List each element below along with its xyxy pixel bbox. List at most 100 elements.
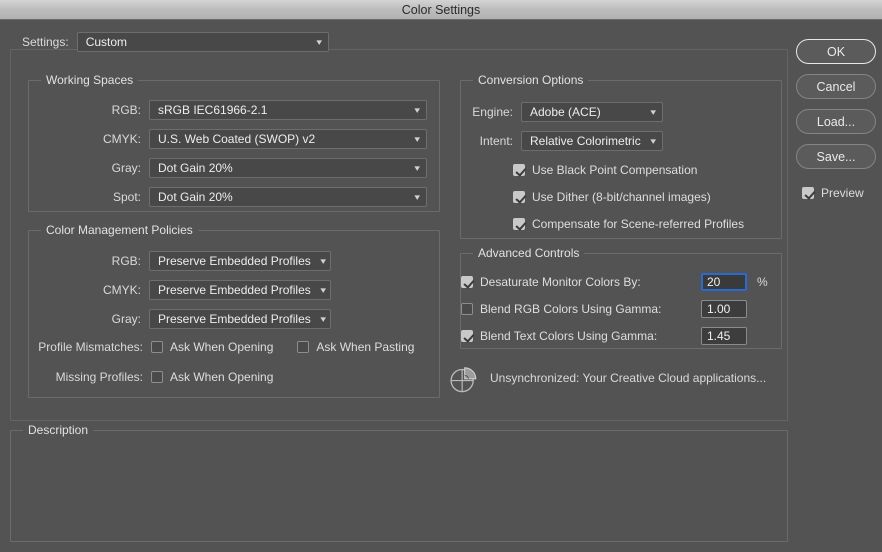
working-spaces-group: Working Spaces RGB: sRGB IEC61966-2.1 ▾ … (28, 73, 440, 212)
chevron-down-icon: ▾ (414, 133, 421, 144)
policies-legend: Color Management Policies (41, 223, 198, 237)
blend-text-gamma-checkbox[interactable]: Blend Text Colors Using Gamma: (461, 329, 701, 343)
checkbox-box (461, 303, 473, 315)
blend-rgb-gamma-checkbox[interactable]: Blend RGB Colors Using Gamma: (461, 302, 701, 316)
color-management-policies-group: Color Management Policies RGB: Preserve … (28, 223, 440, 398)
profile-mismatches-ask-opening-label: Ask When Opening (170, 340, 274, 354)
chevron-down-icon: ▾ (320, 255, 326, 266)
checkbox-box (513, 218, 525, 230)
conversion-engine-row: Engine: Adobe (ACE) ▾ (461, 102, 663, 122)
policy-dropdown-gray[interactable]: Preserve Embedded Profiles ▾ (149, 309, 332, 329)
ok-button[interactable]: OK (796, 39, 876, 64)
chevron-down-icon: ▾ (320, 313, 326, 324)
policy-label-cmyk: CMYK: (102, 283, 141, 297)
checkbox-box (513, 164, 525, 176)
conversion-options-legend: Conversion Options (473, 73, 589, 87)
working-space-row-spot: Spot: Dot Gain 20% ▾ (29, 187, 429, 207)
conversion-intent-label: Intent: (479, 134, 513, 148)
blend-text-gamma-input[interactable]: 1.45 (701, 327, 747, 345)
policy-dropdown-cmyk[interactable]: Preserve Embedded Profiles ▾ (149, 280, 332, 300)
conversion-intent-value: Relative Colorimetric (530, 134, 641, 148)
working-space-row-gray: Gray: Dot Gain 20% ▾ (29, 158, 429, 178)
profile-mismatches-label: Profile Mismatches: (38, 340, 143, 354)
blend-text-gamma-label: Blend Text Colors Using Gamma: (480, 329, 658, 343)
working-space-dropdown-rgb[interactable]: sRGB IEC61966-2.1 ▾ (149, 100, 427, 120)
advanced-controls-group: Advanced Controls Desaturate Monitor Col… (460, 246, 782, 349)
conversion-engine-dropdown[interactable]: Adobe (ACE) ▾ (521, 102, 663, 122)
chevron-down-icon: ▾ (414, 191, 421, 202)
working-space-value-rgb: sRGB IEC61966-2.1 (158, 103, 268, 117)
chevron-down-icon: ▾ (320, 284, 326, 295)
checkbox-box (802, 187, 814, 199)
desaturate-monitor-colors-input[interactable]: 20 (701, 273, 747, 291)
description-group: Description (10, 423, 788, 542)
working-space-dropdown-spot[interactable]: Dot Gain 20% ▾ (149, 187, 427, 207)
compensate-scene-referred-checkbox[interactable]: Compensate for Scene-referred Profiles (513, 217, 744, 231)
missing-profiles-ask-opening-label: Ask When Opening (170, 370, 274, 384)
working-space-label-rgb: RGB: (111, 103, 141, 117)
sync-status-row: Unsynchronized: Your Creative Cloud appl… (446, 361, 766, 395)
desaturate-monitor-colors-checkbox[interactable]: Desaturate Monitor Colors By: (461, 275, 701, 289)
working-space-dropdown-cmyk[interactable]: U.S. Web Coated (SWOP) v2 ▾ (149, 129, 427, 149)
chevron-down-icon: ▾ (650, 135, 657, 146)
checkbox-box (297, 341, 310, 353)
missing-profiles-ask-opening-checkbox[interactable]: Ask When Opening (151, 370, 273, 384)
window-title: Color Settings (401, 2, 481, 17)
cancel-button[interactable]: Cancel (796, 74, 876, 99)
color-wheel-icon (450, 367, 477, 393)
conversion-engine-label: Engine: (472, 105, 513, 119)
missing-profiles-row: Missing Profiles: Ask When Opening (29, 370, 274, 384)
working-space-label-spot: Spot: (112, 190, 141, 204)
blend-text-gamma-row: Blend Text Colors Using Gamma: 1.45 (461, 327, 781, 345)
black-point-compensation-label: Use Black Point Compensation (532, 163, 698, 177)
color-settings-dialog: Settings: Custom ▾ Working Spaces RGB: s… (0, 21, 882, 552)
window-titlebar: Color Settings (0, 0, 882, 20)
use-dither-label: Use Dither (8-bit/channel images) (532, 190, 711, 204)
policy-dropdown-rgb[interactable]: Preserve Embedded Profiles ▾ (149, 251, 332, 271)
preview-checkbox[interactable]: Preview (802, 186, 876, 200)
settings-dropdown-value: Custom (85, 35, 128, 49)
policy-value-cmyk: Preserve Embedded Profiles (158, 283, 311, 297)
chevron-down-icon: ▾ (316, 36, 323, 47)
description-text (11, 431, 787, 459)
profile-mismatches-ask-opening-checkbox[interactable]: Ask When Opening (151, 340, 273, 354)
policy-value-rgb: Preserve Embedded Profiles (158, 254, 311, 268)
conversion-options-group: Conversion Options Engine: Adobe (ACE) ▾… (460, 73, 782, 239)
policy-row-gray: Gray: Preserve Embedded Profiles ▾ (29, 309, 332, 329)
working-space-row-rgb: RGB: sRGB IEC61966-2.1 ▾ (29, 100, 429, 120)
checkbox-box (513, 191, 525, 203)
profile-mismatches-ask-pasting-checkbox[interactable]: Ask When Pasting (297, 340, 414, 354)
working-space-dropdown-gray[interactable]: Dot Gain 20% ▾ (149, 158, 427, 178)
checkbox-box (461, 276, 473, 288)
working-space-value-cmyk: U.S. Web Coated (SWOP) v2 (158, 132, 316, 146)
settings-label: Settings: (22, 35, 69, 49)
working-space-label-cmyk: CMYK: (102, 132, 141, 146)
checkbox-box (151, 341, 163, 353)
conversion-intent-dropdown[interactable]: Relative Colorimetric ▾ (521, 131, 663, 151)
conversion-intent-row: Intent: Relative Colorimetric ▾ (461, 131, 663, 151)
advanced-controls-legend: Advanced Controls (473, 246, 585, 260)
blend-rgb-gamma-row: Blend RGB Colors Using Gamma: 1.00 (461, 300, 781, 318)
chevron-down-icon: ▾ (414, 162, 421, 173)
working-space-label-gray: Gray: (111, 161, 141, 175)
description-legend: Description (23, 423, 94, 437)
compensate-scene-referred-label: Compensate for Scene-referred Profiles (532, 217, 745, 231)
policy-value-gray: Preserve Embedded Profiles (158, 312, 311, 326)
profile-mismatches-ask-pasting-label: Ask When Pasting (316, 340, 415, 354)
use-dither-checkbox[interactable]: Use Dither (8-bit/channel images) (513, 190, 711, 204)
desaturate-percent-suffix: % (757, 275, 768, 289)
profile-mismatches-row: Profile Mismatches: Ask When Opening Ask… (29, 340, 414, 354)
working-space-value-spot: Dot Gain 20% (158, 190, 233, 204)
desaturate-monitor-colors-row: Desaturate Monitor Colors By: 20 % (461, 273, 781, 291)
blend-rgb-gamma-input[interactable]: 1.00 (701, 300, 747, 318)
load-button[interactable]: Load... (796, 109, 876, 134)
desaturate-monitor-colors-label: Desaturate Monitor Colors By: (480, 275, 641, 289)
policy-row-rgb: RGB: Preserve Embedded Profiles ▾ (29, 251, 332, 271)
settings-dropdown[interactable]: Custom ▾ (76, 32, 329, 52)
preview-label: Preview (821, 186, 864, 200)
sync-status-text: Unsynchronized: Your Creative Cloud appl… (490, 371, 767, 385)
working-spaces-legend: Working Spaces (41, 73, 139, 87)
black-point-compensation-checkbox[interactable]: Use Black Point Compensation (513, 163, 697, 177)
save-button[interactable]: Save... (796, 144, 876, 169)
dialog-button-bar: OK Cancel Load... Save... Preview (796, 39, 876, 200)
